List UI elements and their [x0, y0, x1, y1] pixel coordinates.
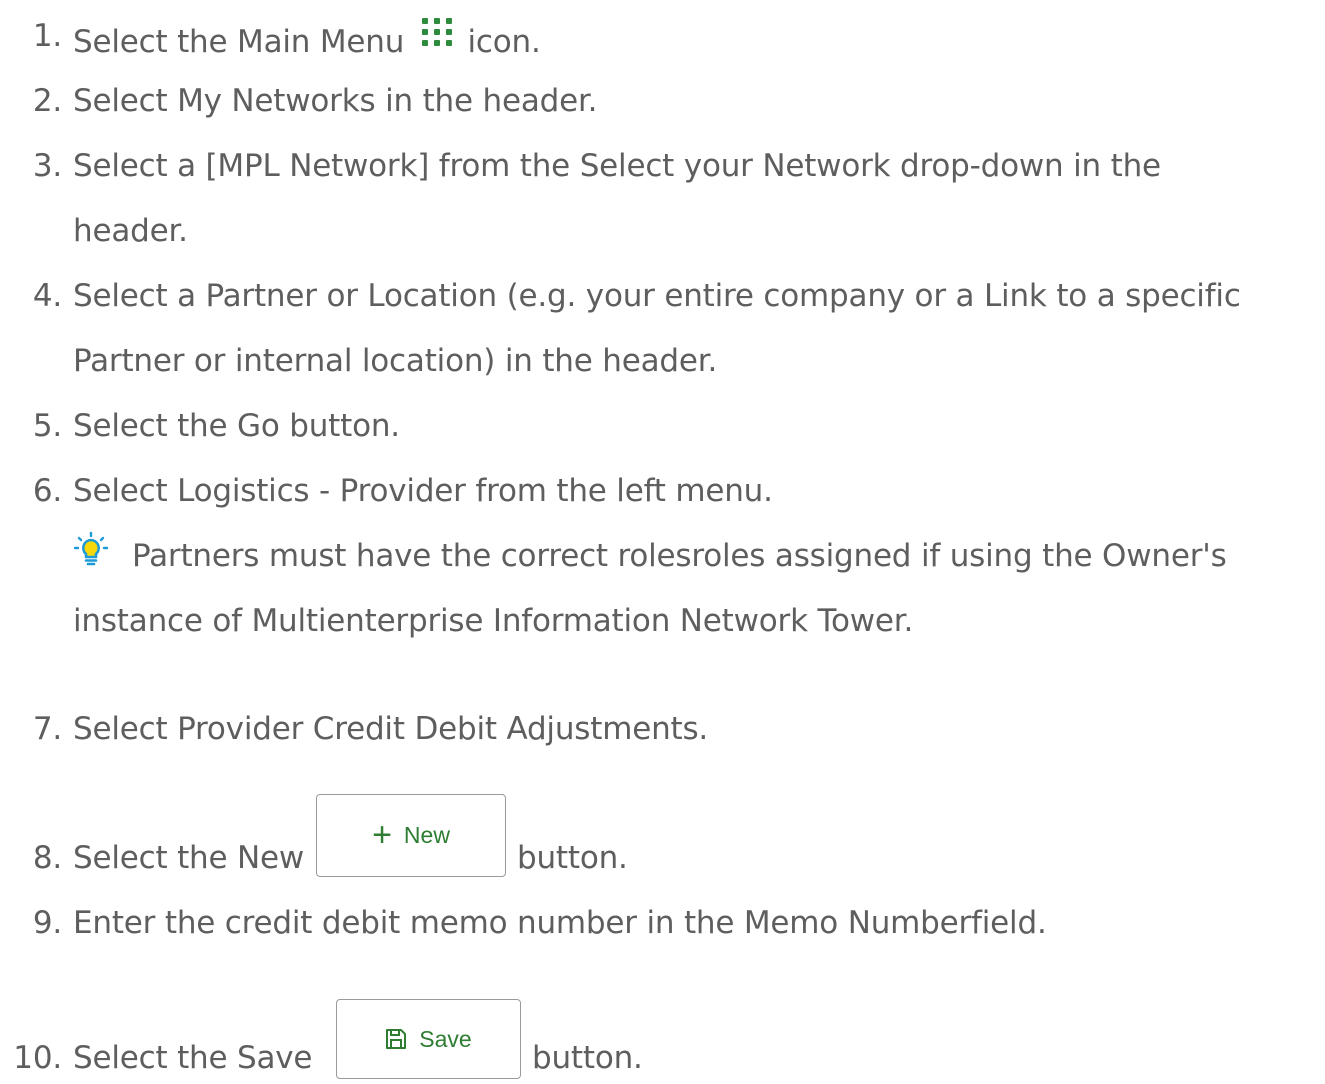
step-text-continued: Partner or internal location) in the hea…	[73, 343, 718, 379]
step-text-continued: header.	[73, 213, 188, 249]
step-number: 2.	[32, 83, 62, 119]
tip-text: Partners must have the correct rolesrole…	[132, 538, 1227, 574]
step-text-end: icon.	[457, 24, 541, 60]
step-number: 9.	[32, 905, 62, 941]
step-number: 5.	[32, 408, 62, 444]
instruction-list: 1. Select the Main Menu icon. 2. Select …	[0, 0, 1325, 1084]
step-text-end: button.	[532, 1040, 643, 1076]
step-text: Select the Save	[73, 1040, 313, 1076]
lightbulb-icon	[73, 531, 109, 566]
step-number: 6.	[32, 473, 62, 509]
step-number: 8.	[32, 840, 62, 876]
step-text: Select Logistics - Provider from the lef…	[73, 473, 773, 509]
save-button-label: Save	[419, 1025, 472, 1052]
step-text: Select My Networks in the header.	[73, 83, 598, 119]
step-text-end: button.	[517, 840, 628, 876]
save-icon	[386, 1029, 407, 1049]
save-button[interactable]: Save	[336, 999, 521, 1079]
step-number: 10.	[13, 1040, 62, 1076]
step-number: 4.	[32, 278, 62, 314]
step-number: 7.	[32, 711, 62, 747]
step-text: Enter the credit debit memo number in th…	[73, 905, 1047, 941]
step-text: Select a Partner or Location (e.g. your …	[73, 278, 1241, 314]
step-text: Select the Main Menu	[73, 24, 414, 60]
step-number: 3.	[32, 148, 62, 184]
step-text: Select Provider Credit Debit Adjustments…	[73, 711, 709, 747]
step-text: Select the New	[73, 840, 305, 876]
plus-icon: +	[372, 815, 392, 854]
step-text: Select the Go button.	[73, 408, 400, 444]
new-button-label: New	[403, 822, 450, 848]
new-button[interactable]: + New	[316, 794, 506, 877]
step-number: 1.	[32, 18, 62, 54]
step-text: Select a [MPL Network] from the Select y…	[73, 148, 1161, 184]
tip-text-continued: instance of Multienterprise Information …	[73, 603, 914, 639]
grid-dots-icon	[420, 18, 454, 46]
